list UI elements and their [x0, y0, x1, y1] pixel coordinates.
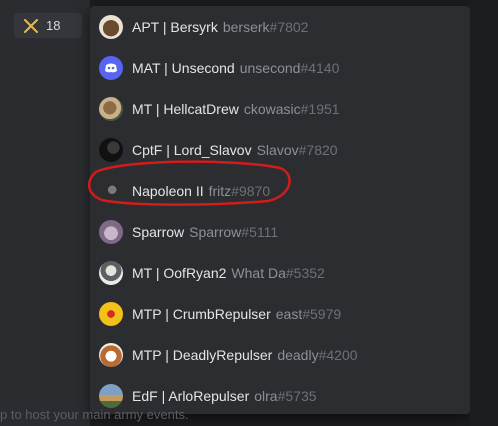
landscape-avatar	[99, 384, 123, 408]
member-list-popup: APT | Bersyrk berserk#7802 MAT | Unsecon…	[90, 6, 470, 414]
member-username: Sparrow#5111	[189, 224, 279, 240]
member-username: berserk#7802	[222, 19, 309, 35]
member-username: olra#5735	[254, 388, 317, 404]
member-username: What Da#5352	[231, 265, 325, 281]
member-row[interactable]: CptF | Lord_Slavov Slavov#7820	[90, 131, 470, 169]
crossed-swords-icon	[24, 18, 38, 33]
member-display-name: Napoleon II	[132, 183, 204, 199]
role-member-count: 18	[46, 18, 61, 33]
screen: 18 APT | Bersyrk berserk#7802 MAT | Unse…	[0, 0, 498, 426]
member-display-name: APT | Bersyrk	[132, 19, 218, 35]
dog-face-avatar	[99, 343, 123, 367]
background-message-text: p to host your main army events.	[0, 407, 189, 422]
member-display-name: MAT | Unsecond	[132, 60, 235, 76]
portrait-avatar	[99, 179, 123, 203]
member-username: fritz#9870	[208, 183, 271, 199]
member-row[interactable]: Sparrow Sparrow#5111	[90, 213, 470, 251]
background-edge	[470, 0, 498, 426]
member-display-name: Sparrow	[132, 224, 185, 240]
member-username: deadly#4200	[277, 347, 358, 363]
member-row[interactable]: APT | Bersyrk berserk#7802	[90, 8, 470, 46]
yellow-badge-avatar	[99, 302, 123, 326]
bison-avatar	[99, 15, 123, 39]
member-display-name: CptF | Lord_Slavov	[132, 142, 252, 158]
member-display-name: MTP | CrumbRepulser	[132, 306, 271, 322]
member-row[interactable]: MT | OofRyan2 What Da#5352	[90, 254, 470, 292]
member-username: ckowasic#1951	[243, 101, 340, 117]
member-username: Slavov#7820	[256, 142, 338, 158]
member-display-name: MT | OofRyan2	[132, 265, 227, 281]
member-display-name: MTP | DeadlyRepulser	[132, 347, 273, 363]
member-username: east#5979	[275, 306, 342, 322]
member-row[interactable]: MAT | Unsecond unsecond#4140	[90, 49, 470, 87]
member-display-name: EdF | ArloRepulser	[132, 388, 250, 404]
dog-avatar	[99, 97, 123, 121]
channel-sidebar: 18	[0, 0, 90, 426]
member-display-name: MT | HellcatDrew	[132, 101, 239, 117]
member-row[interactable]: MTP | DeadlyRepulser deadly#4200	[90, 336, 470, 374]
member-row[interactable]: MT | HellcatDrew ckowasic#1951	[90, 90, 470, 128]
discord-default-avatar	[99, 56, 123, 80]
dark-figure-avatar	[99, 138, 123, 162]
member-row[interactable]: MTP | CrumbRepulser east#5979	[90, 295, 470, 333]
cat-avatar	[99, 220, 123, 244]
person-avatar	[99, 261, 123, 285]
member-row[interactable]: Napoleon II fritz#9870	[90, 172, 470, 210]
role-member-count-chip[interactable]: 18	[14, 13, 82, 38]
member-username: unsecond#4140	[239, 60, 340, 76]
